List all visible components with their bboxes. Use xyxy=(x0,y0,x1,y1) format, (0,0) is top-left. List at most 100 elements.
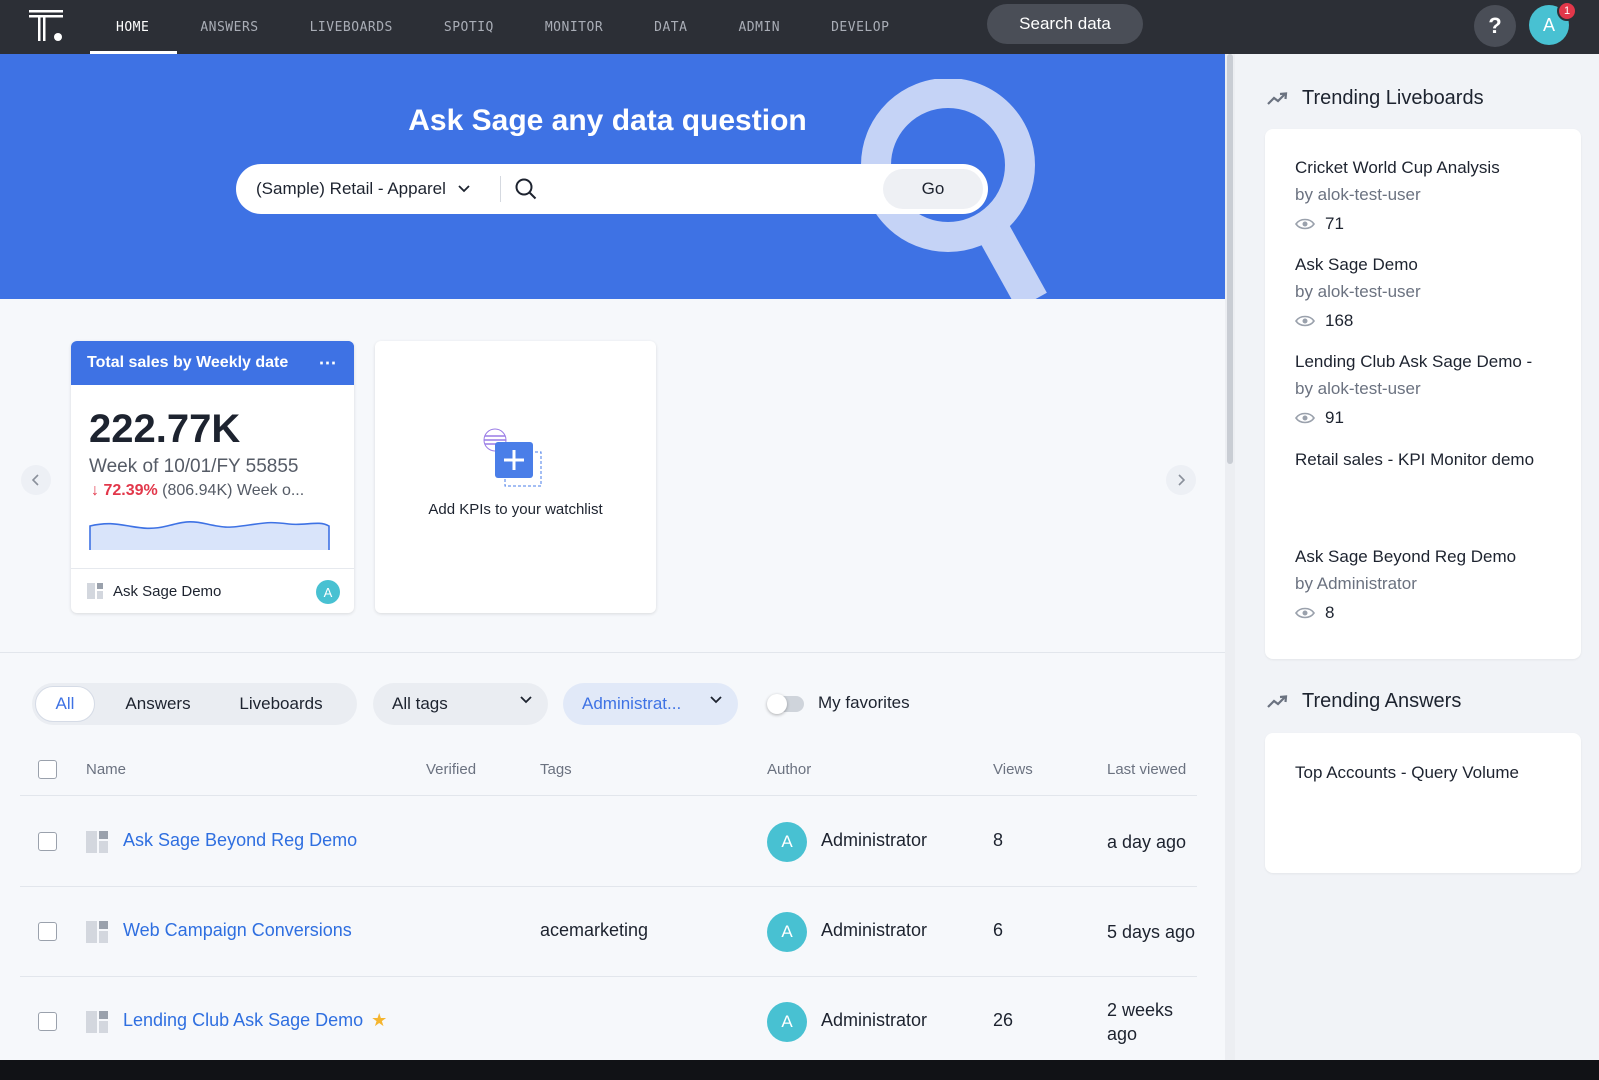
row-name-link[interactable]: Web Campaign Conversions xyxy=(123,920,352,941)
trending-liveboard-item[interactable]: Retail sales - KPI Monitor demo xyxy=(1295,450,1534,470)
tags-dropdown-label: All tags xyxy=(392,694,448,713)
kpi-liveboard-name[interactable]: Ask Sage Demo xyxy=(113,583,221,600)
star-icon[interactable]: ★ xyxy=(371,1010,387,1030)
logo-icon[interactable] xyxy=(28,7,64,43)
filter-answers[interactable]: Answers xyxy=(106,686,210,722)
nav-spotiq[interactable]: SPOTIQ xyxy=(444,0,494,54)
kpi-value: 222.77K xyxy=(89,407,241,451)
trending-liveboard-name[interactable]: Ask Sage Demo xyxy=(1295,255,1421,275)
column-tags[interactable]: Tags xyxy=(540,761,572,778)
nav-develop[interactable]: DEVELOP xyxy=(831,0,889,54)
down-arrow-icon: ↓ xyxy=(91,482,99,499)
trending-liveboard-name[interactable]: Cricket World Cup Analysis xyxy=(1295,158,1500,178)
author-dropdown[interactable]: Administrat... xyxy=(563,683,738,725)
trending-liveboard-name[interactable]: Lending Club Ask Sage Demo - xyxy=(1295,352,1532,372)
trending-liveboards-title: Trending Liveboards xyxy=(1302,87,1484,109)
kpi-period: Week of 10/01/FY 55855 xyxy=(89,456,299,477)
column-author[interactable]: Author xyxy=(767,761,811,778)
nav-links: HOME ANSWERS LIVEBOARDS SPOTIQ MONITOR D… xyxy=(89,0,940,54)
row-last-viewed: a day ago xyxy=(1107,832,1187,852)
kpi-change-percent: 72.39% xyxy=(103,482,158,499)
go-button[interactable]: Go xyxy=(883,169,983,209)
row-checkbox[interactable] xyxy=(38,1012,57,1031)
trending-liveboard-views: 71 xyxy=(1295,214,1500,234)
views-count: 91 xyxy=(1325,408,1344,427)
row-checkbox[interactable] xyxy=(38,922,57,941)
kpi-change-detail: (806.94K) Week o... xyxy=(162,482,305,499)
trending-liveboard-name[interactable]: Ask Sage Beyond Reg Demo xyxy=(1295,547,1516,567)
trending-liveboard-views: 91 xyxy=(1295,408,1532,428)
nav-data[interactable]: DATA xyxy=(654,0,687,54)
search-icon xyxy=(515,178,537,200)
table-row[interactable]: Web Campaign Conversions acemarketing A … xyxy=(20,887,1197,977)
kpi-footer: Ask Sage Demo A xyxy=(71,568,354,613)
liveboard-icon xyxy=(86,831,108,853)
notification-badge[interactable]: 1 xyxy=(1557,1,1577,21)
sage-question-input[interactable] xyxy=(546,172,1106,206)
row-name: Lending Club Ask Sage Demo xyxy=(123,1010,364,1030)
row-tags[interactable]: acemarketing xyxy=(540,920,648,941)
table-row[interactable]: Lending Club Ask Sage Demo ★ A Administra… xyxy=(20,977,1197,1060)
filter-liveboards[interactable]: Liveboards xyxy=(222,686,340,722)
select-all-checkbox[interactable] xyxy=(38,760,57,779)
author-avatar: A xyxy=(767,912,807,952)
liveboard-icon xyxy=(86,1011,108,1033)
eye-icon xyxy=(1295,607,1315,619)
column-last-viewed[interactable]: Last viewed xyxy=(1107,761,1186,778)
eye-icon xyxy=(1295,412,1315,424)
column-views[interactable]: Views xyxy=(993,761,1033,778)
trending-answers-title: Trending Answers xyxy=(1302,690,1462,712)
filter-all[interactable]: All xyxy=(35,686,95,722)
liveboard-icon xyxy=(86,921,108,943)
trending-answer-name[interactable]: Top Accounts - Query Volume xyxy=(1295,763,1519,783)
more-icon[interactable]: ⋯ xyxy=(302,341,354,385)
row-checkbox[interactable] xyxy=(38,832,57,851)
trending-sidebar: Trending Liveboards Cricket World Cup An… xyxy=(1235,54,1599,1060)
scrollbar-thumb[interactable] xyxy=(1227,54,1233,464)
row-name: Web Campaign Conversions xyxy=(123,920,352,940)
nav-admin[interactable]: ADMIN xyxy=(738,0,780,54)
row-views: 6 xyxy=(993,920,1004,940)
add-kpi-card[interactable]: Add KPIs to your watchlist xyxy=(375,341,656,613)
row-name-link[interactable]: Lending Club Ask Sage Demo ★ xyxy=(123,1010,387,1031)
author-dropdown-label: Administrat... xyxy=(582,694,682,713)
favorites-toggle[interactable] xyxy=(767,694,804,714)
trending-liveboard-item[interactable]: Lending Club Ask Sage Demo - by alok-tes… xyxy=(1295,352,1532,428)
carousel-next-button[interactable] xyxy=(1166,465,1196,495)
trending-liveboard-author: by alok-test-user xyxy=(1295,379,1421,398)
trending-liveboard-item[interactable]: Ask Sage Beyond Reg Demo by Administrato… xyxy=(1295,547,1516,623)
trending-liveboard-item[interactable]: Cricket World Cup Analysis by alok-test-… xyxy=(1295,158,1500,234)
liveboard-icon xyxy=(87,583,103,599)
chevron-right-icon xyxy=(1178,474,1185,486)
carousel-prev-button[interactable] xyxy=(21,465,51,495)
trending-icon xyxy=(1267,92,1288,105)
kpi-card[interactable]: Total sales by Weekly date ⋯ 222.77K Wee… xyxy=(71,341,354,613)
trending-liveboards-card: Cricket World Cup Analysis by alok-test-… xyxy=(1265,129,1581,659)
chevron-down-icon xyxy=(458,185,470,193)
bottom-bar xyxy=(0,1060,1599,1080)
trending-icon xyxy=(1267,695,1288,708)
column-verified[interactable]: Verified xyxy=(426,761,476,778)
search-data-button[interactable]: Search data xyxy=(987,4,1143,44)
data-source-select[interactable]: (Sample) Retail - Apparel xyxy=(256,164,470,214)
table-row[interactable]: Ask Sage Beyond Reg Demo A Administrator… xyxy=(20,797,1197,887)
eye-icon xyxy=(1295,218,1315,230)
tags-dropdown[interactable]: All tags xyxy=(373,683,548,725)
chevron-down-icon xyxy=(710,696,722,704)
favorites-label: My favorites xyxy=(818,693,910,712)
trending-liveboard-name[interactable]: Retail sales - KPI Monitor demo xyxy=(1295,450,1534,470)
trending-liveboard-item[interactable]: Ask Sage Demo by alok-test-user 168 xyxy=(1295,255,1421,331)
add-kpi-label: Add KPIs to your watchlist xyxy=(428,501,603,518)
nav-home[interactable]: HOME xyxy=(89,0,178,54)
column-name[interactable]: Name xyxy=(86,761,126,778)
help-icon[interactable]: ? xyxy=(1474,5,1516,47)
nav-monitor[interactable]: MONITOR xyxy=(545,0,603,54)
top-nav: HOME ANSWERS LIVEBOARDS SPOTIQ MONITOR D… xyxy=(0,0,1599,54)
add-kpi-icon xyxy=(483,428,542,487)
main-scrollbar[interactable] xyxy=(1225,54,1235,1060)
nav-answers[interactable]: ANSWERS xyxy=(200,0,258,54)
row-name-link[interactable]: Ask Sage Beyond Reg Demo xyxy=(123,830,357,851)
trending-answer-item[interactable]: Top Accounts - Query Volume xyxy=(1295,763,1519,783)
table-header: Name Verified Tags Author Views Last vie… xyxy=(20,744,1197,796)
nav-liveboards[interactable]: LIVEBOARDS xyxy=(310,0,393,54)
